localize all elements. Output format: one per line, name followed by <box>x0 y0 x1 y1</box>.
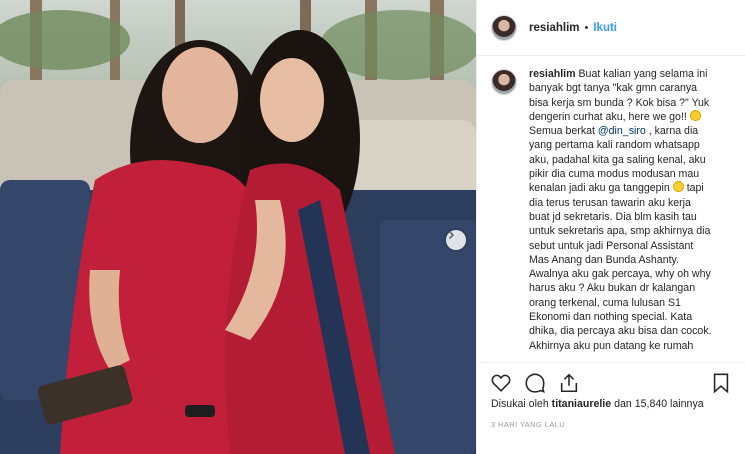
caption-line: banyak bgt tanya "kak gmn caranya <box>529 82 698 95</box>
caption-text: resiahlim Buat kalian yang selama ini ba… <box>529 67 731 353</box>
caption-line: orang terkenal, cuma lulusan S1 <box>529 296 681 309</box>
caption-area[interactable]: resiahlim Buat kalian yang selama ini ba… <box>477 67 745 357</box>
caption-line: buat jd sekretaris. Dia blm kasih tau <box>529 210 697 223</box>
caption-line: Ekonomi dan nothing special. Kata <box>529 311 693 324</box>
caption-line: Semua berkat @din_siro , karna dia <box>529 125 699 138</box>
liked-by-user[interactable]: titaniaurelie <box>552 398 611 410</box>
likes-summary: Disukai oleh titaniaurelie dan 15,840 la… <box>491 398 704 410</box>
caption-line: dia terus terusan tawarin aku kerja <box>529 196 691 209</box>
heart-icon <box>491 374 511 392</box>
bookmark-icon <box>713 373 729 393</box>
caption-line: sebut untuk jadi Personal Assistant <box>529 239 694 252</box>
caption-line: Awalnya aku gak percaya, why oh why <box>529 268 711 281</box>
like-button[interactable] <box>489 371 513 395</box>
caption-line: aku, padahal kita ga saling kenal, aku <box>529 153 706 166</box>
caption-line: dengerin curhat aku, here we go!! <box>529 109 731 124</box>
smile-emoji-icon <box>689 109 701 121</box>
caption-line: harus aku ? Aku bukan dr kalangan <box>529 282 696 295</box>
caption-line: pikir dia cuma modus modusan mau <box>529 168 700 181</box>
chevron-right-icon <box>448 230 455 240</box>
caption-line: kenalan jadi aku ga tanggepin tapi <box>529 181 704 195</box>
action-bar <box>477 362 745 402</box>
post-photo[interactable] <box>0 0 476 454</box>
save-button[interactable] <box>709 371 733 395</box>
follow-button[interactable]: Ikuti <box>593 22 617 34</box>
share-button[interactable] <box>557 371 581 395</box>
caption-line: Akhirnya aku pun datang ke rumah <box>529 339 694 352</box>
caption-line: Mas Anang dan Bunda Ashanty. <box>529 253 679 266</box>
caption-line: resiahlim Buat kalian yang selama ini <box>529 68 708 80</box>
caption-row: resiahlim Buat kalian yang selama ini ba… <box>491 67 731 353</box>
wink-emoji-icon <box>672 181 684 193</box>
caption-line: yang pertama kali random whatsapp <box>529 139 700 152</box>
caption-line: bisa kerja sm bunda ? Kok bisa ?" Yuk <box>529 96 710 109</box>
separator-dot: • <box>584 21 589 34</box>
post-side-panel: resiahlim • Ikuti resiahlim Buat kalian … <box>476 0 745 454</box>
next-photo-button[interactable] <box>446 230 466 250</box>
share-icon <box>560 373 578 392</box>
header-username[interactable]: resiahlim <box>529 22 580 34</box>
caption-username[interactable]: resiahlim <box>529 68 576 80</box>
avatar[interactable] <box>491 14 517 41</box>
likes-count[interactable]: dan 15,840 lainnya <box>614 398 704 410</box>
post-photo-illustration <box>0 0 476 454</box>
likes-prefix: Disukai oleh <box>491 398 549 410</box>
caption-line: untuk sekretaris apa, smp akhirnya dia <box>529 225 711 238</box>
mention-link[interactable]: @din_siro <box>598 125 646 137</box>
comment-button[interactable] <box>523 371 547 395</box>
post-timestamp[interactable]: 3 HARI YANG LALU <box>491 420 565 429</box>
caption-line: dhika, dia percaya aku bisa dan cocok. <box>529 325 712 338</box>
comment-icon <box>525 373 545 393</box>
caption-avatar[interactable] <box>491 69 517 95</box>
post-header: resiahlim • Ikuti <box>477 0 745 56</box>
